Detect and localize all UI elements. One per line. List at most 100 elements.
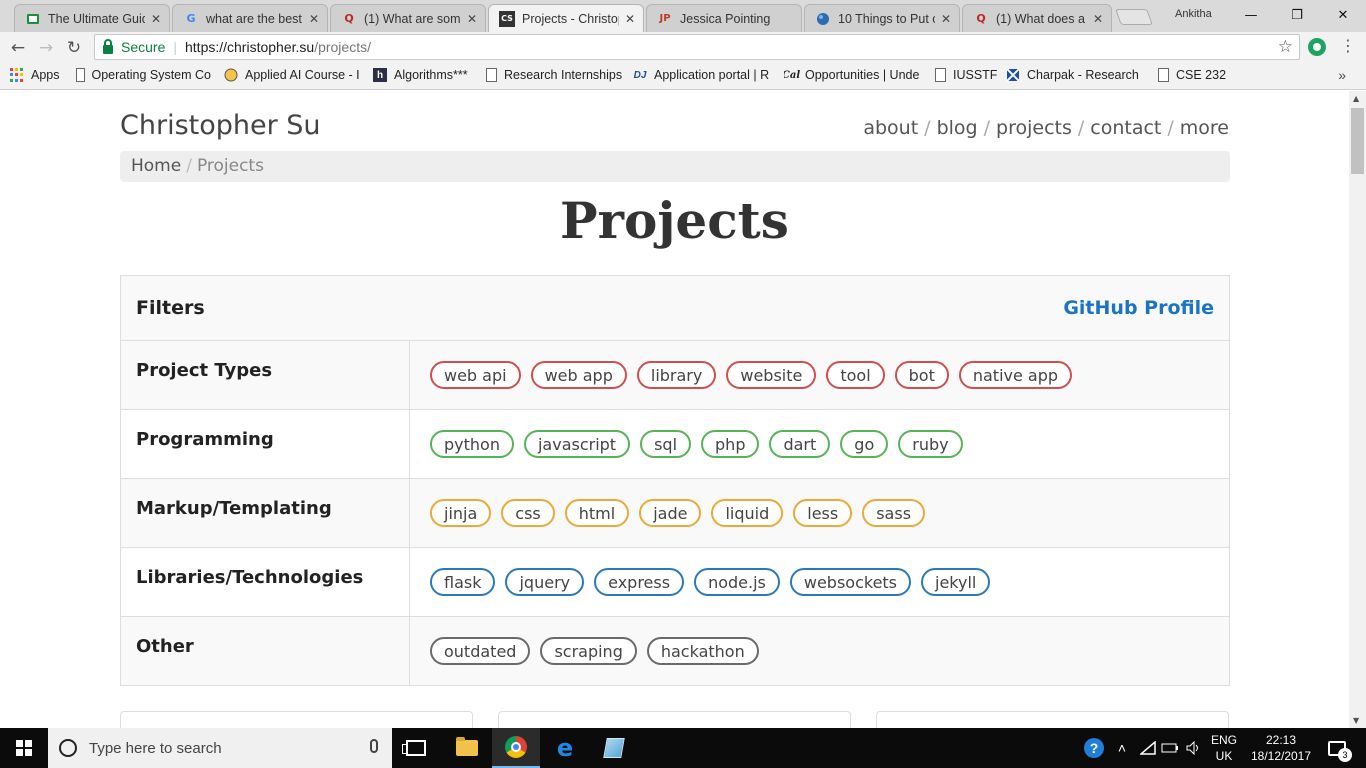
extension-icon[interactable] — [1308, 38, 1326, 56]
filter-tag[interactable]: native app — [958, 361, 1073, 389]
nav-about[interactable]: about — [863, 117, 918, 139]
close-icon[interactable]: ✕ — [307, 12, 321, 26]
chrome-taskbar-button[interactable] — [492, 728, 540, 768]
browser-tab[interactable]: G what are the best ✕ — [172, 4, 328, 32]
filter-tag[interactable]: dart — [769, 430, 831, 458]
nav-blog[interactable]: blog — [937, 117, 978, 139]
project-card[interactable] — [498, 711, 851, 728]
site-title[interactable]: Christopher Su — [120, 110, 321, 141]
battery-icon[interactable] — [1160, 728, 1180, 768]
reload-icon[interactable]: ↻ — [62, 36, 86, 60]
filter-tag[interactable]: sass — [862, 499, 926, 527]
browser-tab-active[interactable]: CS Projects - Christop ✕ — [488, 4, 644, 32]
action-center-button[interactable]: 3 — [1322, 728, 1352, 768]
forward-icon[interactable]: → — [34, 36, 58, 60]
browser-tab[interactable]: The Ultimate Guid ✕ — [14, 4, 170, 32]
filter-tag[interactable]: python — [430, 430, 514, 458]
window-close-icon[interactable]: ✕ — [1320, 0, 1366, 30]
bookmark-item[interactable]: Applied AI Course - I — [224, 68, 360, 82]
filter-tag[interactable]: scraping — [540, 637, 637, 665]
bookmarks-overflow-icon[interactable]: » — [1338, 67, 1346, 83]
filter-tag[interactable]: outdated — [430, 637, 531, 665]
filter-tag[interactable]: jekyll — [921, 568, 991, 596]
browser-tab[interactable]: JP Jessica Pointing — [646, 4, 802, 32]
scroll-up-icon[interactable]: ▲ — [1353, 94, 1359, 103]
bookmark-item[interactable]: CSE 232 — [1158, 68, 1226, 82]
windows-logo-icon — [16, 740, 32, 756]
close-icon[interactable]: ✕ — [149, 12, 163, 26]
project-card[interactable] — [876, 711, 1229, 728]
microphone-icon[interactable] — [370, 739, 378, 753]
filter-tag[interactable]: css — [501, 499, 555, 527]
filter-tag[interactable]: library — [636, 361, 717, 389]
github-profile-link[interactable]: GitHub Profile — [1063, 297, 1214, 319]
filter-tag[interactable]: bot — [894, 361, 949, 389]
close-icon[interactable]: ✕ — [465, 12, 479, 26]
close-icon[interactable]: ✕ — [623, 12, 637, 26]
filter-tag[interactable]: jinja — [430, 499, 492, 527]
clock[interactable]: 22:13 18/12/2017 — [1246, 728, 1316, 768]
close-icon[interactable]: ✕ — [939, 12, 953, 26]
filter-tag[interactable]: php — [701, 430, 760, 458]
browser-tab[interactable]: 10 Things to Put o ✕ — [804, 4, 960, 32]
bookmark-star-icon[interactable]: ☆ — [1278, 37, 1293, 57]
nav-contact[interactable]: contact — [1090, 117, 1161, 139]
filter-tag[interactable]: ruby — [898, 430, 963, 458]
help-tray-button[interactable]: ? — [1082, 728, 1106, 768]
bookmark-item[interactable]: DJ Application portal | R — [633, 68, 770, 82]
bookmark-item[interactable]: Operating System Co — [76, 68, 211, 82]
scrollbar-thumb[interactable] — [1351, 108, 1364, 174]
filter-tag[interactable]: jquery — [505, 568, 585, 596]
minimize-icon[interactable]: — — [1228, 0, 1274, 30]
bookmark-apps[interactable]: Apps — [10, 68, 60, 82]
filter-tag[interactable]: less — [793, 499, 853, 527]
page-scrollbar[interactable]: ▲ ▼ — [1349, 91, 1366, 728]
chevron-up-icon[interactable]: ˄ — [1112, 728, 1132, 768]
network-icon[interactable] — [1138, 728, 1158, 768]
browser-tab[interactable]: Q (1) What are some ✕ — [330, 4, 486, 32]
bookmark-item[interactable]: Cal Opportunities | Unde — [784, 68, 919, 82]
start-button[interactable] — [0, 728, 48, 768]
bookmark-item[interactable]: Research Internships — [486, 68, 622, 82]
nav-projects[interactable]: projects — [996, 117, 1072, 139]
edge-taskbar-button[interactable]: e — [541, 728, 589, 768]
filter-tag[interactable]: sql — [640, 430, 692, 458]
filter-tag[interactable]: hackathon — [646, 637, 759, 665]
filter-tag[interactable]: web api — [430, 361, 521, 389]
taskbar-search-box[interactable]: Type here to search — [48, 728, 392, 768]
scroll-down-icon[interactable]: ▼ — [1353, 716, 1359, 725]
restore-icon[interactable]: ❐ — [1274, 0, 1320, 30]
sticky-notes-button[interactable] — [590, 728, 638, 768]
bookmark-item[interactable]: h Algorithms*** — [373, 68, 468, 82]
filter-tag[interactable]: javascript — [523, 430, 631, 458]
bookmark-label: Charpak - Research Ir — [1027, 68, 1142, 82]
filter-tag[interactable]: tool — [826, 361, 885, 389]
back-icon[interactable]: ← — [6, 36, 30, 60]
filter-tag[interactable]: websockets — [789, 568, 912, 596]
close-icon[interactable]: ✕ — [1091, 12, 1105, 26]
nav-more[interactable]: more — [1180, 117, 1229, 139]
filter-tag[interactable]: html — [564, 499, 630, 527]
filter-tag[interactable]: express — [594, 568, 685, 596]
file-explorer-button[interactable] — [443, 728, 491, 768]
filter-tag[interactable]: liquid — [711, 499, 784, 527]
edge-icon: e — [556, 734, 574, 762]
volume-icon[interactable] — [1183, 728, 1205, 768]
task-view-button[interactable] — [392, 728, 440, 768]
address-bar[interactable]: Secure | https://christopher.su/projects… — [94, 34, 1300, 60]
filter-tag[interactable]: web app — [530, 361, 627, 389]
filter-tag[interactable]: flask — [430, 568, 496, 596]
bookmark-item[interactable]: IUSSTF — [935, 68, 997, 82]
filter-tag[interactable]: go — [840, 430, 889, 458]
filter-tag[interactable]: website — [726, 361, 817, 389]
profile-name[interactable]: Ankitha — [1175, 8, 1212, 20]
browser-tab[interactable]: Q (1) What does a C ✕ — [962, 4, 1112, 32]
bookmark-item[interactable]: Charpak - Research Ir — [1006, 68, 1142, 82]
new-tab-button[interactable] — [1115, 9, 1153, 25]
breadcrumb-home[interactable]: Home — [131, 156, 181, 176]
filter-tag[interactable]: jade — [639, 499, 702, 527]
menu-icon[interactable]: ⋮ — [1340, 36, 1356, 55]
project-card[interactable] — [120, 711, 473, 728]
language-indicator[interactable]: ENG UK — [1208, 728, 1240, 768]
filter-tag[interactable]: node.js — [694, 568, 780, 596]
